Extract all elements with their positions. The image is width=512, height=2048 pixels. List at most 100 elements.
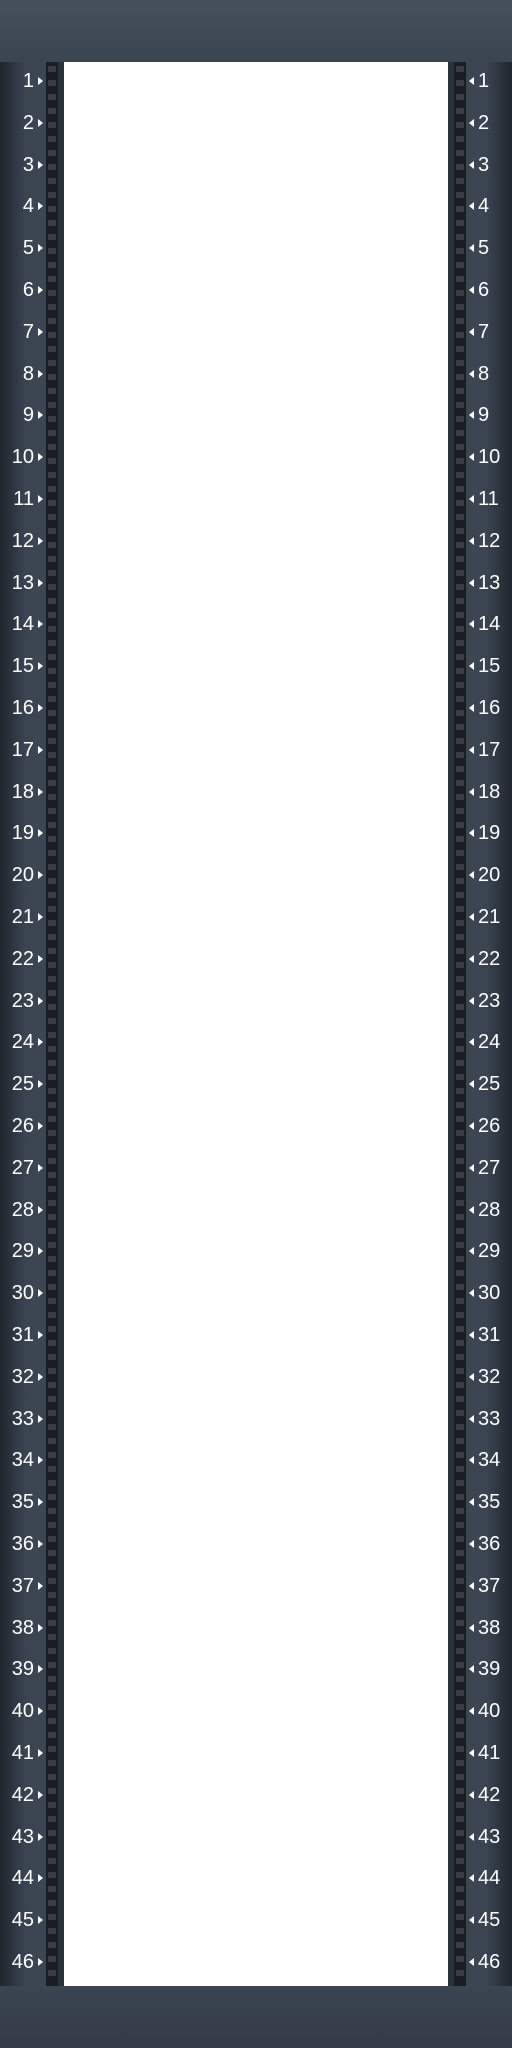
- rail-hole: [48, 234, 56, 240]
- unit-label-right: 41: [478, 1742, 501, 1764]
- unit-label-right: 28: [478, 1198, 501, 1221]
- triangle-marker-icon: [38, 1832, 43, 1841]
- rail-hole: [48, 1368, 56, 1374]
- rail-hole: [48, 402, 56, 408]
- rail-hole: [456, 780, 464, 786]
- triangle-marker-icon: [469, 1623, 474, 1632]
- triangle-marker-icon: [469, 1205, 474, 1214]
- rail-hole: [456, 1102, 464, 1108]
- rail-hole: [456, 360, 464, 366]
- rail-hole: [456, 1872, 464, 1878]
- unit-label-right: 44: [478, 1867, 501, 1890]
- rail-hole: [456, 1228, 464, 1234]
- rail-hole: [456, 178, 464, 184]
- triangle-marker-icon: [469, 578, 474, 587]
- unit-label-right: 8: [478, 362, 490, 385]
- unit-label-right: 19: [478, 822, 501, 845]
- triangle-marker-icon: [38, 327, 43, 336]
- unit-label-right: 42: [478, 1783, 501, 1806]
- triangle-marker-icon: [38, 1331, 43, 1339]
- rail-hole: [48, 654, 56, 660]
- rail-hole: [456, 1074, 464, 1080]
- unit-label-left: 9: [22, 404, 34, 427]
- rail-hole: [48, 584, 56, 590]
- rail-hole: [48, 1382, 56, 1388]
- rail-hole: [48, 1942, 56, 1948]
- unit-label-left: 28: [11, 1198, 34, 1221]
- rail-hole: [456, 1900, 464, 1906]
- rail-hole: [48, 682, 56, 688]
- triangle-marker-icon: [38, 1958, 43, 1966]
- rail-hole: [456, 1718, 464, 1724]
- rail-hole: [48, 1872, 56, 1878]
- rail-hole: [456, 1620, 464, 1626]
- unit-label-right: 15: [478, 655, 501, 678]
- rail-hole: [48, 710, 56, 716]
- rail-hole: [456, 1424, 464, 1430]
- rail-hole: [48, 1284, 56, 1290]
- rail-hole: [456, 1172, 464, 1178]
- triangle-marker-icon: [38, 495, 43, 503]
- unit-label-right: 3: [478, 153, 490, 176]
- rail-hole: [456, 1746, 464, 1752]
- triangle-marker-icon: [469, 160, 474, 169]
- triangle-marker-icon: [38, 160, 43, 169]
- rail-hole: [456, 1018, 464, 1024]
- triangle-marker-icon: [469, 1080, 474, 1089]
- rack-mounting-area[interactable]: [64, 62, 448, 1986]
- unit-label-left: 12: [11, 529, 34, 552]
- rail-hole: [456, 584, 464, 590]
- rack-top-cap: [0, 0, 512, 62]
- rail-hole: [48, 1116, 56, 1122]
- rail-hole: [456, 682, 464, 688]
- rail-hole: [456, 1802, 464, 1808]
- rail-hole: [456, 668, 464, 674]
- rail-hole: [48, 472, 56, 478]
- rail-hole: [48, 1396, 56, 1402]
- rail-hole: [456, 1648, 464, 1654]
- rail-hole: [48, 332, 56, 338]
- triangle-marker-icon: [38, 1665, 43, 1674]
- rail-hole: [48, 206, 56, 212]
- triangle-marker-icon: [469, 620, 474, 629]
- unit-label-left: 23: [11, 989, 34, 1012]
- unit-label-left: 31: [11, 1324, 34, 1346]
- rail-hole: [48, 360, 56, 366]
- triangle-marker-icon: [38, 829, 43, 838]
- rail-hole: [456, 234, 464, 240]
- rail-hole: [48, 1928, 56, 1934]
- triangle-marker-icon: [469, 745, 474, 754]
- rail-hole: [456, 1858, 464, 1864]
- rail-hole: [48, 920, 56, 926]
- triangle-marker-icon: [469, 996, 474, 1005]
- unit-label-right: 26: [478, 1115, 501, 1137]
- unit-label-right: 21: [478, 906, 501, 928]
- rail-hole: [48, 808, 56, 814]
- rail-hole: [48, 640, 56, 646]
- rail-hole: [456, 1452, 464, 1458]
- triangle-marker-icon: [38, 1790, 43, 1799]
- rail-hole: [48, 738, 56, 744]
- rail-hole: [456, 822, 464, 828]
- rail-hole: [456, 1340, 464, 1346]
- triangle-marker-icon: [38, 1916, 43, 1925]
- unit-label-right: 46: [478, 1951, 501, 1973]
- triangle-marker-icon: [469, 118, 474, 127]
- rail-hole: [48, 1270, 56, 1276]
- triangle-marker-icon: [38, 913, 43, 921]
- rail-hole: [48, 514, 56, 520]
- rail-hole: [456, 1886, 464, 1892]
- rail-hole: [456, 1368, 464, 1374]
- rail-hole: [456, 990, 464, 996]
- rail-hole: [456, 626, 464, 632]
- triangle-marker-icon: [469, 453, 474, 462]
- triangle-marker-icon: [469, 1247, 474, 1256]
- rail-hole: [456, 976, 464, 982]
- unit-label-left: 24: [11, 1031, 34, 1054]
- rail-hole: [48, 164, 56, 170]
- triangle-marker-icon: [469, 1916, 474, 1925]
- unit-label-left: 45: [11, 1909, 34, 1932]
- unit-label-left: 6: [22, 279, 34, 301]
- rail-hole: [48, 458, 56, 464]
- rail-hole: [48, 1158, 56, 1164]
